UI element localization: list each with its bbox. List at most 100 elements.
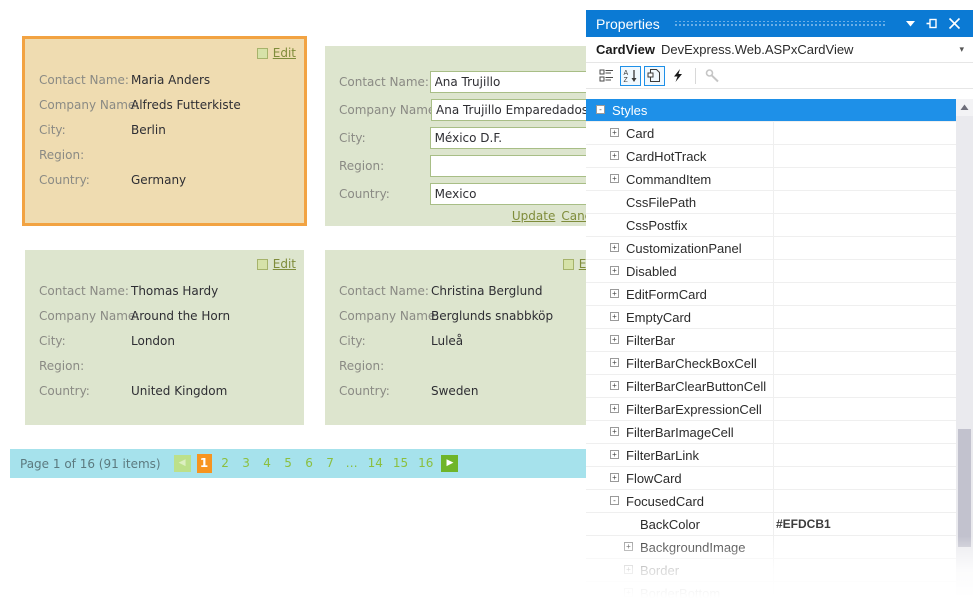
- property-row-selected[interactable]: - Styles: [586, 99, 973, 122]
- collapse-icon[interactable]: -: [596, 105, 605, 114]
- card-edit-command[interactable]: Edit: [256, 257, 296, 271]
- property-row[interactable]: CssPostfix: [586, 214, 973, 237]
- property-name: BackColor: [640, 516, 700, 532]
- expand-icon[interactable]: +: [610, 381, 619, 390]
- country-input[interactable]: [429, 183, 602, 205]
- pager-page-current[interactable]: 1: [196, 454, 212, 473]
- expand-icon[interactable]: +: [624, 588, 633, 597]
- property-row[interactable]: + EditFormCard: [586, 283, 973, 306]
- categorized-icon[interactable]: [596, 66, 617, 86]
- card-field-row: Region:: [39, 142, 296, 167]
- property-row[interactable]: CssFilePath: [586, 191, 973, 214]
- close-icon[interactable]: [943, 14, 965, 34]
- events-lightning-icon[interactable]: [668, 66, 689, 86]
- pager-next-button[interactable]: ▶: [441, 455, 459, 472]
- pager-page-button[interactable]: 14: [366, 454, 385, 473]
- property-row[interactable]: + FilterBarImageCell: [586, 421, 973, 444]
- properties-object-selector[interactable]: CardView DevExpress.Web.ASPxCardView ▾: [586, 37, 973, 63]
- property-row[interactable]: + Card: [586, 122, 973, 145]
- property-row[interactable]: + Disabled: [586, 260, 973, 283]
- pager-page-button[interactable]: 2: [218, 454, 233, 473]
- expand-icon[interactable]: +: [610, 404, 619, 413]
- pager-page-button[interactable]: 5: [281, 454, 296, 473]
- property-name: FilterBarImageCell: [626, 424, 734, 440]
- property-row[interactable]: + Border: [586, 559, 973, 582]
- edit-link[interactable]: Edit: [273, 46, 296, 60]
- property-row[interactable]: + CommandItem: [586, 168, 973, 191]
- property-row[interactable]: + CustomizationPanel: [586, 237, 973, 260]
- expand-icon[interactable]: +: [624, 565, 633, 574]
- property-value[interactable]: #EFDCB1: [776, 517, 831, 531]
- expand-icon[interactable]: +: [610, 473, 619, 482]
- card-item[interactable]: Edit Contact Name: Thomas Hardy Company …: [25, 250, 304, 425]
- window-menu-chevron-down-icon[interactable]: [899, 14, 921, 34]
- expand-icon[interactable]: +: [624, 542, 633, 551]
- edit-link[interactable]: Edit: [273, 257, 296, 271]
- pager-page-button[interactable]: 16: [416, 454, 435, 473]
- expand-icon[interactable]: +: [610, 289, 619, 298]
- region-input[interactable]: [429, 155, 602, 177]
- scrollbar-thumb[interactable]: [958, 429, 971, 547]
- pin-icon[interactable]: [921, 14, 943, 34]
- expand-icon[interactable]: +: [610, 427, 619, 436]
- collapse-icon[interactable]: -: [610, 496, 619, 505]
- pager-page-button[interactable]: 4: [260, 454, 275, 473]
- properties-titlebar[interactable]: Properties: [586, 10, 973, 37]
- pager-page-button[interactable]: 6: [302, 454, 317, 473]
- property-row[interactable]: + FilterBarExpressionCell: [586, 398, 973, 421]
- properties-page-icon[interactable]: [644, 65, 665, 86]
- expand-icon[interactable]: +: [610, 358, 619, 367]
- property-column-divider: [773, 191, 774, 213]
- properties-grid[interactable]: - Styles + Card + CardHotTrack + CommandItem Css…: [586, 99, 973, 598]
- property-row[interactable]: + CardHotTrack: [586, 145, 973, 168]
- object-dropdown-chevron-down-icon[interactable]: ▾: [959, 44, 967, 55]
- alphabetical-sort-icon[interactable]: A Z: [620, 65, 641, 86]
- property-row[interactable]: + FilterBarCheckBoxCell: [586, 352, 973, 375]
- expand-icon[interactable]: +: [610, 128, 619, 137]
- pager-prev-button[interactable]: ◀: [173, 455, 191, 472]
- card-field-row: City: Berlin: [39, 117, 296, 142]
- property-row[interactable]: BackColor #EFDCB1: [586, 513, 973, 536]
- property-row[interactable]: + FilterBarLink: [586, 444, 973, 467]
- card-edit-form[interactable]: Contact Name: Company Name: City: Region…: [325, 46, 610, 226]
- card-edit-command[interactable]: Edit: [256, 46, 296, 60]
- pager-page-button[interactable]: 15: [391, 454, 410, 473]
- expand-icon[interactable]: +: [610, 243, 619, 252]
- field-label: Contact Name:: [339, 283, 429, 298]
- expand-icon[interactable]: +: [610, 151, 619, 160]
- titlebar-drag-handle[interactable]: [673, 20, 885, 27]
- property-row[interactable]: + FilterBar: [586, 329, 973, 352]
- property-row[interactable]: + FilterBarClearButtonCell: [586, 375, 973, 398]
- expand-icon[interactable]: +: [610, 174, 619, 183]
- edit-checkbox-icon: [562, 258, 574, 270]
- wrench-icon: [702, 66, 723, 86]
- pager-page-button[interactable]: 3: [239, 454, 254, 473]
- expand-icon[interactable]: +: [610, 335, 619, 344]
- contact-name-input[interactable]: [429, 71, 602, 93]
- property-row[interactable]: + EmptyCard: [586, 306, 973, 329]
- pager-page-button[interactable]: 7: [323, 454, 338, 473]
- properties-scrollbar[interactable]: [956, 99, 973, 598]
- property-row[interactable]: - FocusedCard: [586, 490, 973, 513]
- property-column-divider: [773, 168, 774, 190]
- expand-icon[interactable]: +: [610, 266, 619, 275]
- scrollbar-up-arrow-icon[interactable]: [956, 99, 973, 116]
- property-column-divider: [773, 513, 774, 535]
- card-item[interactable]: Edit Contact Name: Christina Berglund Co…: [325, 250, 610, 425]
- card-field-row: Company Name: Berglunds snabbköp: [339, 303, 602, 328]
- city-input[interactable]: [429, 127, 602, 149]
- property-name: BorderBottom: [640, 585, 721, 598]
- property-name: FlowCard: [626, 470, 682, 486]
- expand-icon[interactable]: +: [610, 312, 619, 321]
- property-row[interactable]: + FlowCard: [586, 467, 973, 490]
- field-label: City:: [39, 122, 66, 137]
- property-column-divider: [773, 237, 774, 259]
- property-row[interactable]: + BackgroundImage: [586, 536, 973, 559]
- property-name: FilterBarClearButtonCell: [626, 378, 767, 394]
- update-link[interactable]: Update: [512, 209, 555, 223]
- property-row[interactable]: + BorderBottom: [586, 582, 973, 598]
- expand-icon[interactable]: +: [610, 450, 619, 459]
- property-column-divider: [773, 398, 774, 420]
- company-name-input[interactable]: [431, 99, 602, 121]
- card-focused[interactable]: Edit Contact Name: Maria Anders Company …: [22, 36, 307, 226]
